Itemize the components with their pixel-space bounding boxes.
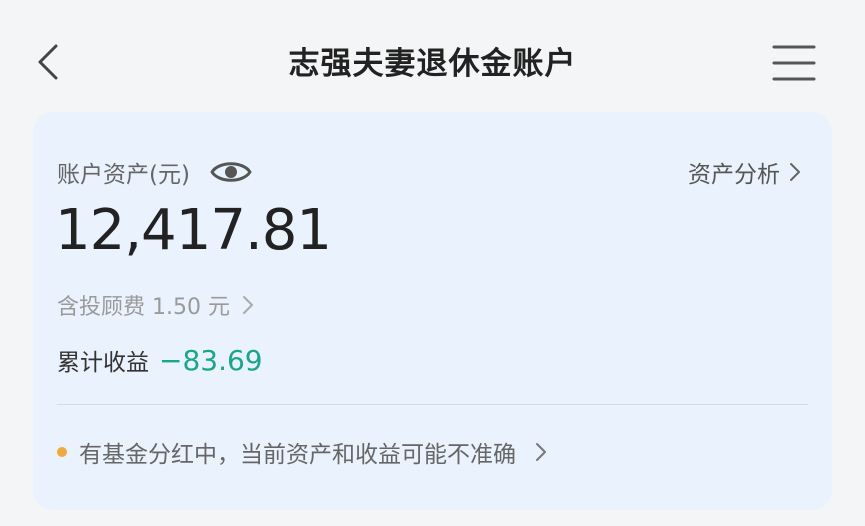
assets-label: 账户资产(元) <box>57 162 190 188</box>
cumulative-return-value: −83.69 <box>159 343 263 377</box>
advisory-fee-link[interactable]: 含投顾费 1.50 元 <box>57 288 254 322</box>
asset-analysis-label: 资产分析 <box>688 162 780 188</box>
page-title: 志强夫妻退休金账户 <box>288 46 577 82</box>
menu-button[interactable] <box>768 42 820 86</box>
eye-icon[interactable] <box>210 158 252 186</box>
dividend-notice[interactable]: 有基金分红中，当前资产和收益可能不准确 <box>57 432 808 472</box>
cumulative-return-row: 累计收益 −83.69 <box>57 341 263 379</box>
navigation-bar: 志强夫妻退休金账户 <box>0 0 865 118</box>
divider <box>57 404 808 405</box>
dividend-notice-text: 有基金分红中，当前资产和收益可能不准确 <box>79 442 516 468</box>
asset-analysis-link[interactable]: 资产分析 <box>688 154 802 190</box>
notice-dot-icon <box>57 447 67 457</box>
total-assets-amount: 12,417.81 <box>55 198 332 263</box>
chevron-right-icon <box>242 296 253 314</box>
chevron-right-icon <box>536 443 546 461</box>
account-summary-card: 账户资产(元) 资产分析 12,417.81 含投顾费 1.50 元 累计收益 … <box>33 112 832 510</box>
advisory-fee-text: 含投顾费 1.50 元 <box>57 295 230 320</box>
menu-icon <box>772 45 816 81</box>
chevron-right-icon <box>790 163 800 181</box>
cumulative-return-label: 累计收益 <box>57 350 149 376</box>
assets-label-row: 账户资产(元) <box>57 154 252 190</box>
